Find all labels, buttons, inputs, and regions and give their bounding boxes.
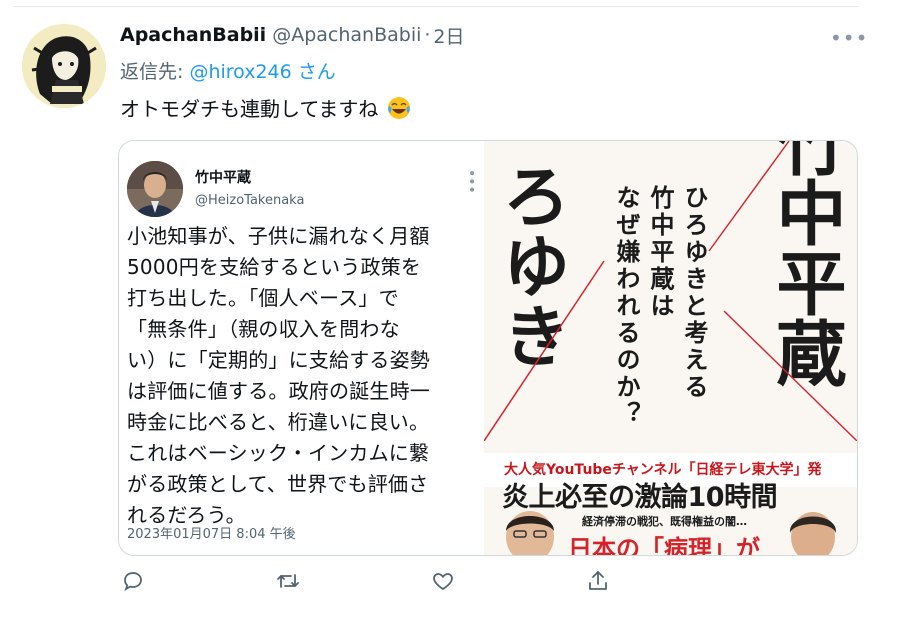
quoted-line: がる政策として、世界でも評価さ (127, 472, 429, 496)
quoted-text: 小池知事が、子供に漏れなく月額 5000円を支給するという政策を 打ち出した。「… (127, 221, 477, 531)
separator: · (424, 24, 431, 46)
more-options-icon[interactable]: ••• (830, 26, 868, 50)
book-red-text: 日本の「病理」が (568, 535, 760, 555)
image-card[interactable]: 竹中平蔵 @HeizoTakenaka ••• 小池知事が、子供に漏れなく月額 … (118, 140, 858, 556)
author-photo-right (780, 503, 846, 555)
author-photo-left (498, 503, 562, 555)
reply-to-link[interactable]: @hirox246 (189, 61, 291, 83)
timestamp[interactable]: 2日 (433, 22, 464, 49)
quoted-line: は評価に値する。政府の誕生時一 (127, 379, 430, 403)
retweet-icon[interactable] (273, 566, 303, 596)
tweet-header: ApachanBabii @ApachanBabii · 2日 (120, 22, 465, 48)
quoted-avatar (127, 161, 183, 217)
reply-prefix: 返信先: (120, 61, 190, 83)
quoted-tweet-screenshot: 竹中平蔵 @HeizoTakenaka ••• 小池知事が、子供に漏れなく月額 … (119, 141, 484, 555)
quoted-display-name: 竹中平蔵 (195, 170, 251, 186)
quoted-line: い）に「定期的」に支給する姿勢 (127, 348, 430, 372)
avatar[interactable] (22, 24, 106, 108)
quoted-handle: @HeizoTakenaka (195, 193, 305, 208)
quoted-line: これはベーシック・インカムに繋 (127, 441, 430, 465)
reply-suffix: さん (291, 61, 336, 83)
display-name[interactable]: ApachanBabii (120, 24, 266, 46)
book-sub-text: 経済停滞の戦犯、既得権益の闇… (582, 515, 747, 528)
quoted-line: 時金に比べると、桁違いに良い。 (127, 410, 430, 434)
user-handle[interactable]: @ApachanBabii (272, 24, 421, 46)
tweet-text: オトモダチも連動してますね (120, 93, 411, 122)
tweet-actions (118, 566, 618, 600)
quoted-line: 「無条件」（親の収入を問わな (127, 317, 400, 341)
quoted-line: 小池知事が、子供に漏れなく月額 (127, 224, 430, 248)
quoted-line: 打ち出した。「個人ベース」で (127, 286, 399, 310)
reply-context: 返信先: @hirox246 さん (120, 57, 336, 84)
heart-icon[interactable] (428, 566, 458, 596)
share-icon[interactable] (583, 566, 613, 596)
divider (14, 6, 858, 7)
quoted-more-icon: ••• (463, 169, 479, 194)
reply-icon[interactable] (118, 566, 148, 596)
quoted-line: 5000円を支給するという政策を (127, 255, 422, 279)
tweet-body: オトモダチも連動してますね (120, 97, 379, 121)
laughing-tears-emoji-icon (387, 96, 411, 120)
book-cover-image: ろゆき ひろゆきと考える 竹中平蔵は なぜ嫌われるのか？ 竹中平蔵 大人気You… (484, 141, 857, 555)
red-cross-marks (484, 141, 857, 441)
quoted-date: 2023年01月07日 8:04 午後 (127, 527, 296, 542)
